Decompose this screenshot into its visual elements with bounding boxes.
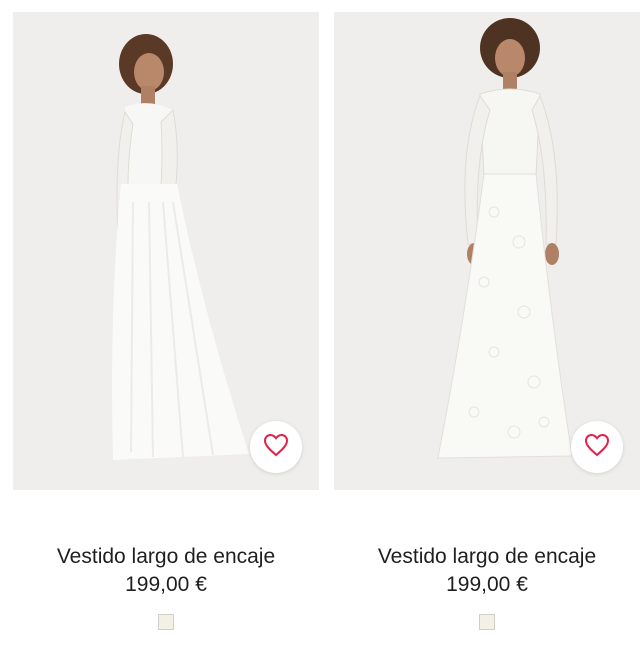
- product-card[interactable]: Vestido largo de encaje 199,00 €: [13, 12, 319, 635]
- product-info: Vestido largo de encaje 199,00 €: [334, 490, 640, 635]
- model-in-gown-illustration: [112, 34, 249, 460]
- product-info: Vestido largo de encaje 199,00 €: [13, 490, 319, 635]
- model-in-gown-illustration: [437, 18, 573, 459]
- product-card[interactable]: Vestido largo de encaje 199,00 €: [334, 12, 640, 635]
- add-to-favorites-button[interactable]: [250, 421, 302, 473]
- product-image[interactable]: [334, 12, 640, 490]
- heart-outline-icon: [584, 433, 610, 462]
- color-swatch[interactable]: [479, 614, 495, 630]
- product-name[interactable]: Vestido largo de encaje: [334, 543, 640, 571]
- product-image[interactable]: [13, 12, 319, 490]
- heart-outline-icon: [263, 433, 289, 462]
- product-price: 199,00 €: [125, 573, 207, 596]
- product-grid: Vestido largo de encaje 199,00 € Vestido…: [0, 0, 643, 650]
- product-price: 199,00 €: [446, 573, 528, 596]
- product-name[interactable]: Vestido largo de encaje: [13, 543, 319, 571]
- add-to-favorites-button[interactable]: [571, 421, 623, 473]
- color-swatch[interactable]: [158, 614, 174, 630]
